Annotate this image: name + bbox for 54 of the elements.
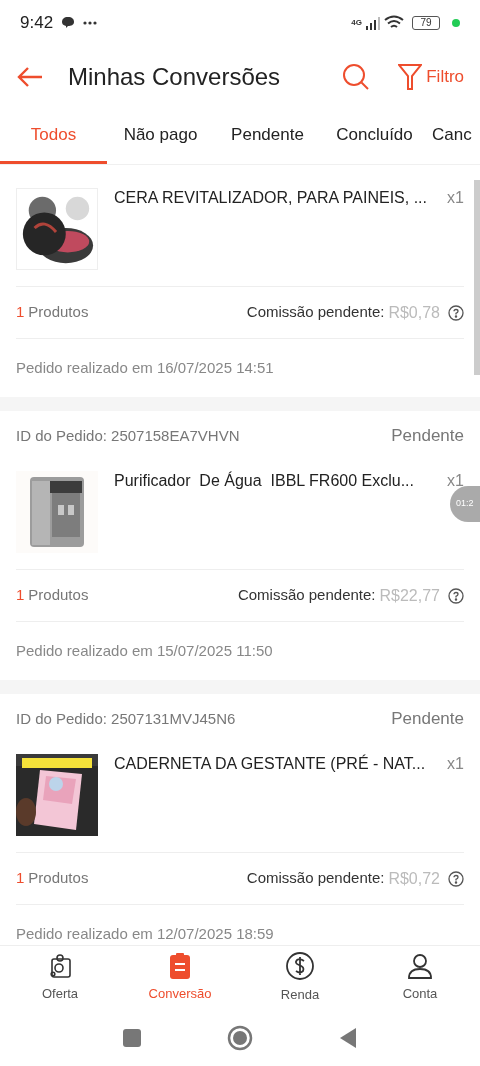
product-count: 1 bbox=[16, 585, 25, 606]
page-title: Minhas Conversões bbox=[68, 61, 282, 92]
order-card[interactable]: ID do Pedido: 2507131MVJ45N6 Pendente CADERNETA DA GESTANTE (PRÉ - NAT... x1 1 Produtos Comissão pendente: R$0,72 Pedido realizado em 12/07/2025 18:59 bbox=[0, 694, 480, 945]
product-title: CADERNETA DA GESTANTE (PRÉ - NAT... bbox=[114, 754, 427, 774]
order-card[interactable]: CERA REVITALIZADOR, PARA PAINEIS, ... x1 1 Produtos Comissão pendente: R$0,78 Pedido realizado em 16/07/2025 14:51 bbox=[0, 165, 480, 397]
filter-button[interactable]: Filtro bbox=[398, 63, 464, 90]
commission-amount: R$0,72 bbox=[388, 868, 440, 889]
order-status: Pendente bbox=[391, 708, 464, 731]
filter-tab[interactable]: Pendente bbox=[214, 108, 321, 164]
chat-icon bbox=[61, 16, 76, 29]
product-title: Purificador De Água IBBL FR600 Exclu... bbox=[114, 471, 415, 491]
back-button[interactable] bbox=[339, 1027, 357, 1049]
wifi-icon bbox=[384, 15, 404, 30]
search-icon[interactable] bbox=[342, 62, 371, 91]
product-title: CERA REVITALIZADOR, PARA PAINEIS, ... bbox=[114, 188, 428, 208]
product-count: 1 bbox=[16, 868, 25, 889]
nav-tab[interactable]: Conta bbox=[360, 946, 480, 1010]
filter-tab[interactable]: Não pago bbox=[107, 108, 214, 164]
product-count-label: Produtos bbox=[28, 302, 89, 323]
quantity: x1 bbox=[447, 188, 464, 208]
order-date: Pedido realizado em 15/07/2025 11:50 bbox=[16, 640, 273, 661]
quantity: x1 bbox=[447, 754, 464, 774]
commission-amount: R$22,77 bbox=[379, 585, 440, 606]
dollar-icon bbox=[285, 951, 315, 982]
commission-label: Comissão pendente: bbox=[237, 585, 376, 606]
help-icon[interactable] bbox=[448, 587, 464, 604]
order-date: Pedido realizado em 12/07/2025 18:59 bbox=[16, 923, 274, 944]
clipboard-icon bbox=[168, 952, 192, 981]
filter-icon bbox=[398, 63, 423, 90]
commission-amount: R$0,78 bbox=[388, 302, 440, 323]
battery-indicator: 79 bbox=[412, 15, 440, 30]
nav-tab[interactable]: Oferta bbox=[0, 946, 120, 1010]
order-id: ID do Pedido: 2507131MVJ45N6 bbox=[16, 708, 236, 729]
clock: 9:42 bbox=[20, 11, 54, 34]
user-icon bbox=[406, 952, 434, 981]
product-count-label: Produtos bbox=[28, 585, 89, 606]
product-count: 1 bbox=[16, 302, 25, 323]
help-icon[interactable] bbox=[448, 870, 464, 887]
order-status: Pendente bbox=[391, 425, 464, 448]
home-button[interactable] bbox=[227, 1025, 253, 1051]
more-icon bbox=[83, 20, 98, 25]
nav-tab[interactable]: Conversão bbox=[120, 946, 240, 1010]
filter-tab[interactable]: Concluído bbox=[321, 108, 428, 164]
order-id: ID do Pedido: 2507158EA7VHVN bbox=[16, 425, 240, 446]
nav-tab[interactable]: Renda bbox=[240, 946, 360, 1010]
filter-tab[interactable]: Canc bbox=[428, 108, 472, 164]
product-count-label: Produtos bbox=[28, 868, 89, 889]
help-icon[interactable] bbox=[448, 304, 464, 321]
network-label: 4G bbox=[351, 17, 362, 29]
commission-label: Comissão pendente: bbox=[246, 868, 385, 889]
signal-icon bbox=[366, 15, 380, 30]
commission-label: Comissão pendente: bbox=[246, 302, 385, 323]
back-icon[interactable] bbox=[16, 65, 44, 88]
order-date: Pedido realizado em 16/07/2025 14:51 bbox=[16, 357, 274, 378]
